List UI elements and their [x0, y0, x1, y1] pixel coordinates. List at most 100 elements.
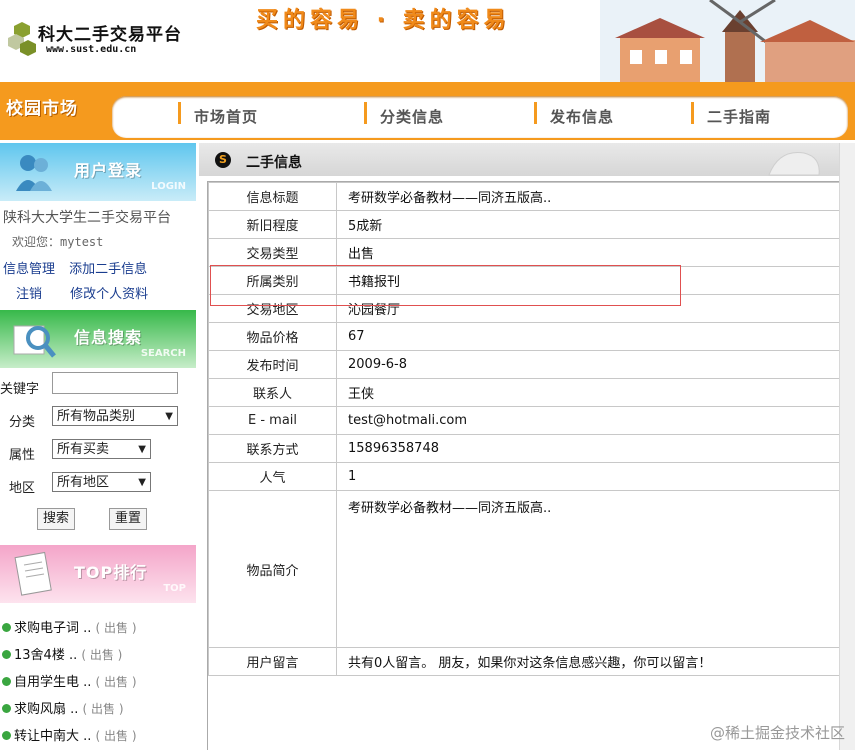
field-label: 物品简介	[208, 490, 337, 648]
list-item[interactable]: 求购电子词 .. ( 出售 )	[0, 615, 196, 642]
region-row: 地区 所有地区 ▼	[0, 469, 196, 502]
keyword-label: 关键字	[0, 382, 40, 397]
field-value: 15896358748	[336, 434, 846, 463]
list-item-text: 求购风扇 ..	[14, 702, 79, 717]
welcome-line: 欢迎您：mytest	[0, 227, 196, 250]
bullet-icon	[2, 623, 11, 632]
login-panel-header: 用户登录 LOGIN	[0, 143, 196, 201]
site-slogan: 买的容易 · 卖的容易	[256, 8, 511, 33]
section-header: S 二手信息	[199, 143, 839, 176]
chevron-down-icon: ▼	[138, 477, 146, 488]
field-value: 1	[336, 462, 846, 491]
table-row: 发布时间 2009-6-8	[208, 350, 846, 379]
list-item-text: 自用学生电 ..	[14, 675, 92, 690]
list-item-tag: ( 出售 )	[81, 648, 123, 662]
list-item[interactable]: 转让中南大 .. ( 出售 )	[0, 723, 196, 750]
welcome-label: 欢迎您：	[12, 235, 61, 249]
property-select-value: 所有买卖	[57, 442, 110, 457]
field-label: 联系方式	[208, 434, 337, 463]
section-title: 二手信息	[246, 155, 302, 171]
user-links-row-1: 信息管理 添加二手信息	[0, 250, 196, 277]
category-select[interactable]: 所有物品类别 ▼	[52, 406, 178, 426]
property-label: 属性	[9, 448, 36, 463]
property-row: 属性 所有买卖 ▼	[0, 436, 196, 469]
add-item-link[interactable]: 添加二手信息	[69, 262, 147, 277]
field-label: E - mail	[208, 406, 337, 435]
field-label: 交易地区	[208, 294, 337, 323]
field-label: 信息标题	[208, 182, 337, 211]
user-login-icon	[16, 155, 52, 191]
table-row: 人气 1	[208, 462, 846, 491]
table-row: 信息标题 考研数学必备教材——同济五版高..	[208, 182, 846, 211]
platform-text: 陕科大大学生二手交易平台	[3, 210, 171, 226]
field-label: 联系人	[208, 378, 337, 407]
search-buttons: 搜索 重置	[0, 502, 196, 540]
user-links-row-2: 注销 修改个人资料	[0, 277, 196, 302]
nav-item-publish[interactable]: 发布信息	[533, 102, 614, 127]
nav-item-guide[interactable]: 二手指南	[690, 102, 771, 127]
chevron-down-icon: ▼	[165, 411, 173, 422]
search-panel-subtitle: SEARCH	[140, 348, 186, 359]
field-label: 发布时间	[208, 350, 337, 379]
edit-profile-link[interactable]: 修改个人资料	[70, 287, 148, 302]
field-label: 用户留言	[208, 647, 337, 676]
decorative-corner-icon	[768, 151, 820, 176]
bullet-icon	[2, 704, 11, 713]
top-panel-subtitle: TOP	[163, 583, 186, 594]
table-row: 联系人 王侠	[208, 378, 846, 407]
search-button[interactable]: 搜索	[37, 508, 76, 530]
table-row: 用户留言 共有0人留言。 朋友，如果你对这条信息感兴趣，你可以留言！	[208, 647, 846, 676]
keyword-input[interactable]	[52, 372, 178, 394]
category-label: 分类	[9, 415, 36, 430]
search-panel-header: 信息搜索 SEARCH	[0, 310, 196, 368]
manage-info-link[interactable]: 信息管理	[3, 262, 55, 277]
field-value: 考研数学必备教材——同济五版高..	[336, 182, 846, 211]
category-row: 分类 所有物品类别 ▼	[0, 403, 196, 436]
region-select[interactable]: 所有地区 ▼	[52, 472, 151, 492]
chevron-down-icon: ▼	[138, 444, 146, 455]
field-value: test@hotmali.com	[336, 406, 846, 435]
top-panel-header: TOP排行 TOP	[0, 545, 196, 603]
list-item-tag: ( 出售 )	[95, 621, 137, 635]
field-value: 2009-6-8	[336, 350, 846, 379]
property-select[interactable]: 所有买卖 ▼	[52, 439, 151, 459]
right-scroll-strip[interactable]	[839, 143, 855, 750]
reset-button[interactable]: 重置	[109, 508, 148, 530]
table-row: 联系方式 15896358748	[208, 434, 846, 463]
item-detail-table: 信息标题 考研数学必备教材——同济五版高.. 新旧程度 5成新 交易类型 出售 所属类别 书籍…	[208, 182, 846, 676]
site-name: 科大二手交易平台	[38, 25, 182, 45]
main-navbar: 校园市场 市场首页 分类信息 发布信息 二手指南	[0, 82, 855, 140]
top-panel-title: TOP排行	[74, 563, 148, 582]
field-value: 沁园餐厅	[336, 294, 846, 323]
site-header: 科大二手交易平台 www.sust.edu.cn 买的容易 · 卖的容易	[0, 0, 855, 82]
category-select-value: 所有物品类别	[57, 409, 136, 424]
field-value: 出售	[336, 238, 846, 267]
list-item[interactable]: 自用学生电 .. ( 出售 )	[0, 669, 196, 696]
list-item[interactable]: 求购风扇 .. ( 出售 )	[0, 696, 196, 723]
nav-item-categories[interactable]: 分类信息	[363, 102, 444, 127]
region-select-value: 所有地区	[57, 475, 110, 490]
ranking-document-icon	[14, 551, 52, 596]
bullet-icon	[2, 650, 11, 659]
list-item-tag: ( 出售 )	[95, 729, 137, 743]
login-panel-subtitle: LOGIN	[151, 181, 186, 192]
keyword-row: 关键字	[0, 370, 196, 403]
list-item[interactable]: 13舍4楼 .. ( 出售 )	[0, 642, 196, 669]
section-s-icon: S	[215, 152, 231, 168]
table-row: 物品价格 67	[208, 322, 846, 351]
table-row: 所属类别 书籍报刊	[208, 266, 846, 295]
nav-item-home[interactable]: 市场首页	[177, 102, 258, 127]
region-label: 地区	[9, 481, 36, 496]
list-item-text: 转让中南大 ..	[14, 729, 92, 744]
field-value: 5成新	[336, 210, 846, 239]
field-label: 所属类别	[208, 266, 337, 295]
nav-brand: 校园市场	[6, 99, 78, 119]
sidebar: 用户登录 LOGIN 陕科大大学生二手交易平台 欢迎您：mytest 信息管理 …	[0, 143, 196, 750]
magnifier-search-icon	[13, 325, 56, 358]
field-value: 共有0人留言。 朋友，如果你对这条信息感兴趣，你可以留言！	[336, 647, 846, 676]
field-label: 交易类型	[208, 238, 337, 267]
field-value: 67	[336, 322, 846, 351]
table-row: E - mail test@hotmali.com	[208, 406, 846, 435]
logout-link[interactable]: 注销	[16, 287, 42, 302]
field-label: 人气	[208, 462, 337, 491]
